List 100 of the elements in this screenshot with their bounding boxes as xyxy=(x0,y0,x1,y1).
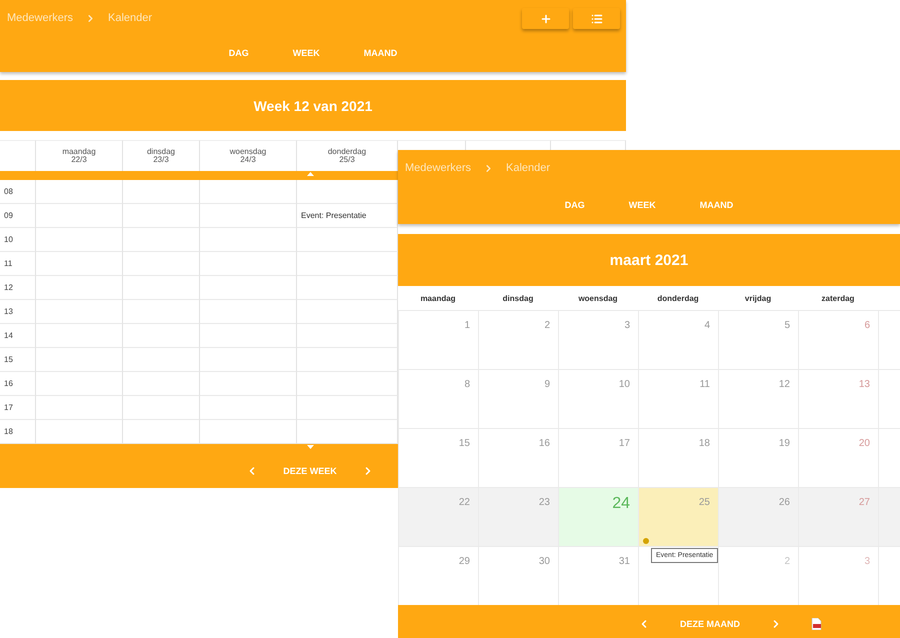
day-number: 23 xyxy=(538,497,550,508)
day-number: 8 xyxy=(464,379,470,390)
view-tab[interactable]: MAAND xyxy=(678,200,756,210)
day-header: maandag 22/3 xyxy=(62,148,96,164)
grid-cell[interactable] xyxy=(36,348,123,372)
caret-down-icon[interactable] xyxy=(307,445,314,449)
grid-cell[interactable] xyxy=(297,372,398,396)
day-header: woensdag 24/3 xyxy=(230,148,266,164)
hour-label: 10 xyxy=(4,235,13,244)
grid-cell[interactable] xyxy=(200,348,297,372)
add-button[interactable] xyxy=(522,8,569,29)
day-number: 31 xyxy=(618,556,630,567)
day-number: 10 xyxy=(618,379,630,390)
day-number: 20 xyxy=(858,438,870,449)
grid-cell[interactable] xyxy=(36,180,123,204)
grid-cell[interactable] xyxy=(200,228,297,252)
hour-label: 11 xyxy=(4,259,12,268)
grid-cell[interactable] xyxy=(123,372,200,396)
grid-cell[interactable] xyxy=(123,228,200,252)
weekday-header: dinsdag xyxy=(502,294,534,302)
hour-label: 15 xyxy=(4,355,13,364)
month-title: maart 2021 xyxy=(610,252,688,268)
day-header: donderdag 25/3 xyxy=(328,148,366,164)
breadcrumb-link[interactable]: Medewerkers xyxy=(7,12,74,24)
day-number: 19 xyxy=(778,438,790,449)
view-tab[interactable]: WEEK xyxy=(606,200,678,210)
day-number: 24 xyxy=(612,495,630,513)
grid-cell[interactable] xyxy=(297,396,398,420)
grid-cell[interactable] xyxy=(123,180,200,204)
day-number: 25 xyxy=(698,497,710,508)
view-tab[interactable]: DAG xyxy=(206,48,271,58)
weekday-header: woensdag xyxy=(577,294,619,302)
day-number: 11 xyxy=(700,379,710,390)
grid-cell[interactable] xyxy=(36,396,123,420)
grid-cell[interactable] xyxy=(297,300,398,324)
list-button[interactable] xyxy=(573,8,620,29)
caret-up-icon[interactable] xyxy=(307,172,314,176)
hour-label: 12 xyxy=(4,283,13,292)
grid-cell[interactable] xyxy=(123,396,200,420)
grid-cell[interactable] xyxy=(200,252,297,276)
grid-cell[interactable] xyxy=(123,324,200,348)
day-number: 30 xyxy=(538,556,550,567)
day-cell[interactable]: 24 xyxy=(558,488,638,546)
grid-cell[interactable] xyxy=(36,204,123,228)
grid-cell[interactable] xyxy=(36,324,123,348)
weekday-header: maandag xyxy=(419,294,457,302)
grid-cell[interactable] xyxy=(123,348,200,372)
view-tab[interactable]: WEEK xyxy=(270,48,342,58)
day-number: 9 xyxy=(544,379,550,390)
event-dot[interactable] xyxy=(643,538,649,544)
day-number: 26 xyxy=(778,497,790,508)
grid-cell[interactable] xyxy=(200,324,297,348)
grid-cell[interactable] xyxy=(123,252,200,276)
day-number: 4 xyxy=(704,320,710,331)
hour-label: 08 xyxy=(4,187,13,196)
hour-label: 14 xyxy=(4,331,13,340)
this-month-button[interactable]: DEZE MAAND xyxy=(650,618,770,630)
grid-cell[interactable] xyxy=(200,276,297,300)
weekday-header: donderdag xyxy=(656,294,700,302)
grid-cell[interactable] xyxy=(36,276,123,300)
week-title: Week 12 van 2021 xyxy=(254,98,372,114)
grid-cell[interactable] xyxy=(36,372,123,396)
this-week-button[interactable]: DEZE WEEK xyxy=(258,464,362,476)
grid-cell[interactable] xyxy=(200,372,297,396)
day-header: dinsdag 23/3 xyxy=(146,148,176,164)
view-tab[interactable]: DAG xyxy=(542,200,607,210)
grid-cell[interactable] xyxy=(36,300,123,324)
grid-cell[interactable] xyxy=(36,228,123,252)
day-number: 16 xyxy=(538,438,550,449)
day-number: 15 xyxy=(458,438,470,449)
day-number: 13 xyxy=(858,379,870,390)
breadcrumb-link[interactable]: Medewerkers xyxy=(405,162,472,174)
event-label[interactable]: Event: Presentatie xyxy=(301,211,366,220)
day-number: 1 xyxy=(464,320,470,331)
grid-cell[interactable] xyxy=(200,180,297,204)
grid-cell[interactable] xyxy=(297,348,398,372)
hour-label: 09 xyxy=(4,211,13,220)
weekday-header: vrijdag xyxy=(744,294,772,302)
day-number: 27 xyxy=(858,497,870,508)
grid-cell[interactable] xyxy=(297,324,398,348)
weekday-header: zaterdag xyxy=(820,294,856,302)
day-number: 6 xyxy=(864,320,870,331)
grid-cell[interactable] xyxy=(36,252,123,276)
day-number: 18 xyxy=(698,438,710,449)
day-number: 17 xyxy=(618,438,630,449)
grid-cell[interactable] xyxy=(200,396,297,420)
day-number: 2 xyxy=(784,556,790,567)
day-number: 3 xyxy=(624,320,630,331)
day-number: 5 xyxy=(784,320,790,331)
grid-cell[interactable] xyxy=(123,300,200,324)
pdf-icon[interactable] xyxy=(810,618,822,630)
view-tab[interactable]: MAAND xyxy=(342,48,420,58)
grid-cell[interactable] xyxy=(200,204,297,228)
day-number: 22 xyxy=(458,497,470,508)
grid-cell[interactable] xyxy=(123,276,200,300)
grid-cell[interactable] xyxy=(200,300,297,324)
breadcrumb-current: Kalender xyxy=(506,162,550,174)
list-icon xyxy=(590,12,602,24)
grid-cell[interactable] xyxy=(123,204,200,228)
day-number: 12 xyxy=(778,379,790,390)
